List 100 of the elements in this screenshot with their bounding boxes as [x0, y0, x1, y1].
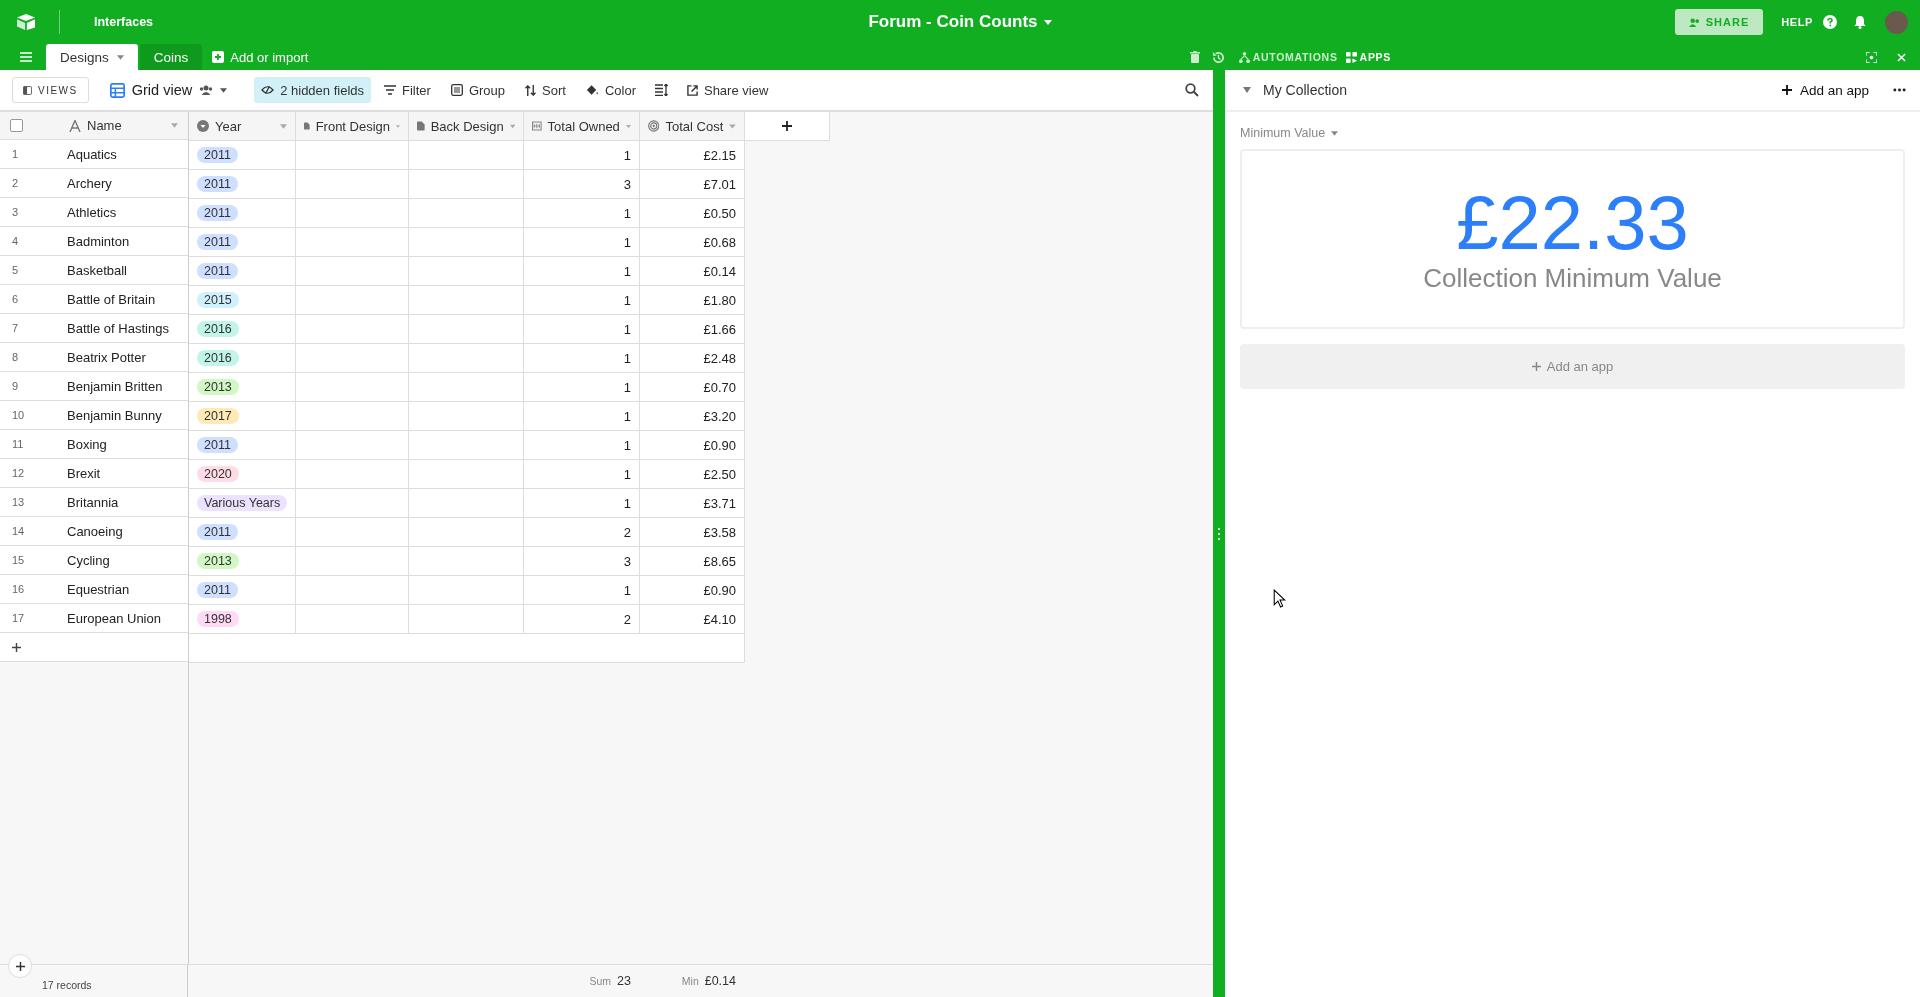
year-tag: 2015 [197, 292, 239, 308]
column-header[interactable]: Back Design [430, 118, 504, 134]
table-cell: 1 [623, 350, 631, 366]
avatar[interactable] [1885, 10, 1908, 34]
table-cell: £2.50 [703, 466, 736, 482]
bell-icon[interactable] [1853, 15, 1867, 29]
history-icon[interactable] [1211, 50, 1225, 64]
table-cell: 1 [623, 408, 631, 424]
column-header[interactable]: Total Owned [547, 118, 620, 134]
table-cell: 1 [623, 466, 631, 482]
table-cell: £3.20 [703, 408, 736, 424]
sort-icon [525, 84, 537, 96]
summary-value: £0.14 [704, 974, 736, 988]
table-cell: £1.66 [703, 321, 736, 337]
table-cell: £3.71 [703, 495, 736, 511]
table-cell: Aquatics [67, 146, 117, 162]
filter-button[interactable]: Filter [377, 77, 438, 103]
resize-handle-icon[interactable] [1218, 527, 1220, 540]
caret-icon [509, 123, 515, 129]
row-number: 1 [11, 148, 20, 160]
sidebar-icon [23, 85, 32, 95]
menu-icon[interactable] [20, 52, 32, 62]
year-tag: 2020 [197, 466, 239, 482]
text-field-icon [69, 119, 81, 132]
share-button[interactable]: Share view [679, 77, 776, 103]
help-icon[interactable] [1823, 15, 1837, 29]
more-icon[interactable] [1893, 88, 1906, 92]
table-cell: £0.14 [703, 263, 736, 279]
field-selector[interactable]: Minimum Value [1240, 126, 1339, 140]
views-button[interactable]: VIEWS [12, 77, 89, 103]
add-record-button[interactable] [8, 954, 32, 978]
row-number: 6 [11, 293, 20, 305]
table-cell: £0.90 [703, 582, 736, 598]
spiral-icon [648, 120, 660, 132]
caret-icon [280, 123, 287, 129]
year-tag: 1998 [197, 611, 239, 627]
year-tag: Various Years [197, 495, 288, 511]
table-cell: £0.68 [703, 234, 736, 250]
summary-value: £22.33 [1456, 184, 1689, 261]
column-header[interactable]: Name [87, 118, 122, 133]
external-link-icon [686, 84, 698, 96]
table-cell: Benjamin Britten [67, 378, 163, 394]
row-height-icon[interactable] [654, 84, 668, 96]
table-cell: European Union [67, 610, 161, 626]
table-tab[interactable]: Coins [139, 44, 203, 70]
year-tag: 2017 [197, 408, 239, 424]
row-number: 15 [11, 554, 26, 566]
group-button[interactable]: Group [443, 77, 513, 103]
table-cell: Boxing [67, 436, 107, 452]
column-header[interactable]: Year [215, 118, 242, 134]
table-cell: Benjamin Bunny [67, 407, 162, 423]
color-button[interactable]: Color [578, 77, 643, 103]
search-icon[interactable] [1185, 83, 1199, 97]
document-icon [304, 120, 310, 132]
apps-icon [1345, 51, 1357, 63]
row-number: 8 [11, 351, 20, 363]
caret-icon [625, 123, 631, 129]
row-number: 17 [11, 612, 26, 624]
view-switcher[interactable]: Grid view [102, 77, 235, 103]
table-cell: £7.01 [703, 176, 736, 192]
dashboard-title[interactable]: My Collection [1263, 82, 1348, 98]
trash-icon[interactable] [1189, 51, 1200, 63]
row-number: 5 [11, 264, 20, 276]
table-cell: £2.48 [703, 350, 736, 366]
count-field-icon [532, 120, 542, 132]
select-all-checkbox[interactable] [10, 119, 23, 132]
year-tag: 2011 [197, 234, 238, 250]
table-cell: 2 [623, 611, 631, 627]
sort-button[interactable]: Sort [518, 77, 573, 103]
flow-icon [1238, 51, 1250, 63]
add-row-icon[interactable] [12, 642, 21, 652]
column-header[interactable]: Total Cost [665, 118, 724, 134]
row-number: 4 [11, 235, 20, 247]
table-cell: £1.80 [703, 292, 736, 308]
table-cell: Badminton [67, 233, 130, 249]
logo-icon[interactable] [15, 13, 37, 31]
table-cell: 3 [623, 176, 631, 192]
close-icon[interactable] [1897, 52, 1906, 62]
record-count: 17 records [42, 979, 92, 991]
row-number: 14 [11, 525, 26, 537]
caret-icon [116, 54, 124, 60]
hidden-fields-button[interactable]: 2 hidden fields [254, 77, 371, 103]
filter-icon [384, 85, 396, 95]
document-icon [417, 120, 425, 132]
column-header[interactable]: Front Design [315, 118, 391, 134]
collapse-caret-icon[interactable] [1243, 87, 1251, 93]
year-tag: 2011 [197, 263, 238, 279]
fullscreen-icon[interactable] [1866, 51, 1877, 63]
plus-icon [1531, 362, 1541, 371]
add-field-icon[interactable] [782, 121, 792, 131]
mouse-pointer-icon [1273, 589, 1286, 608]
table-tab[interactable]: Designs [46, 44, 138, 70]
year-tag: 2011 [197, 176, 238, 192]
add-app-button[interactable]: Add an app [1781, 82, 1869, 98]
table-cell: £2.15 [703, 147, 736, 163]
table-cell: 3 [623, 553, 631, 569]
row-number: 7 [11, 322, 20, 334]
table-cell: Archery [67, 175, 112, 191]
caret-icon [729, 123, 736, 129]
table-cell: Brexit [67, 465, 101, 481]
